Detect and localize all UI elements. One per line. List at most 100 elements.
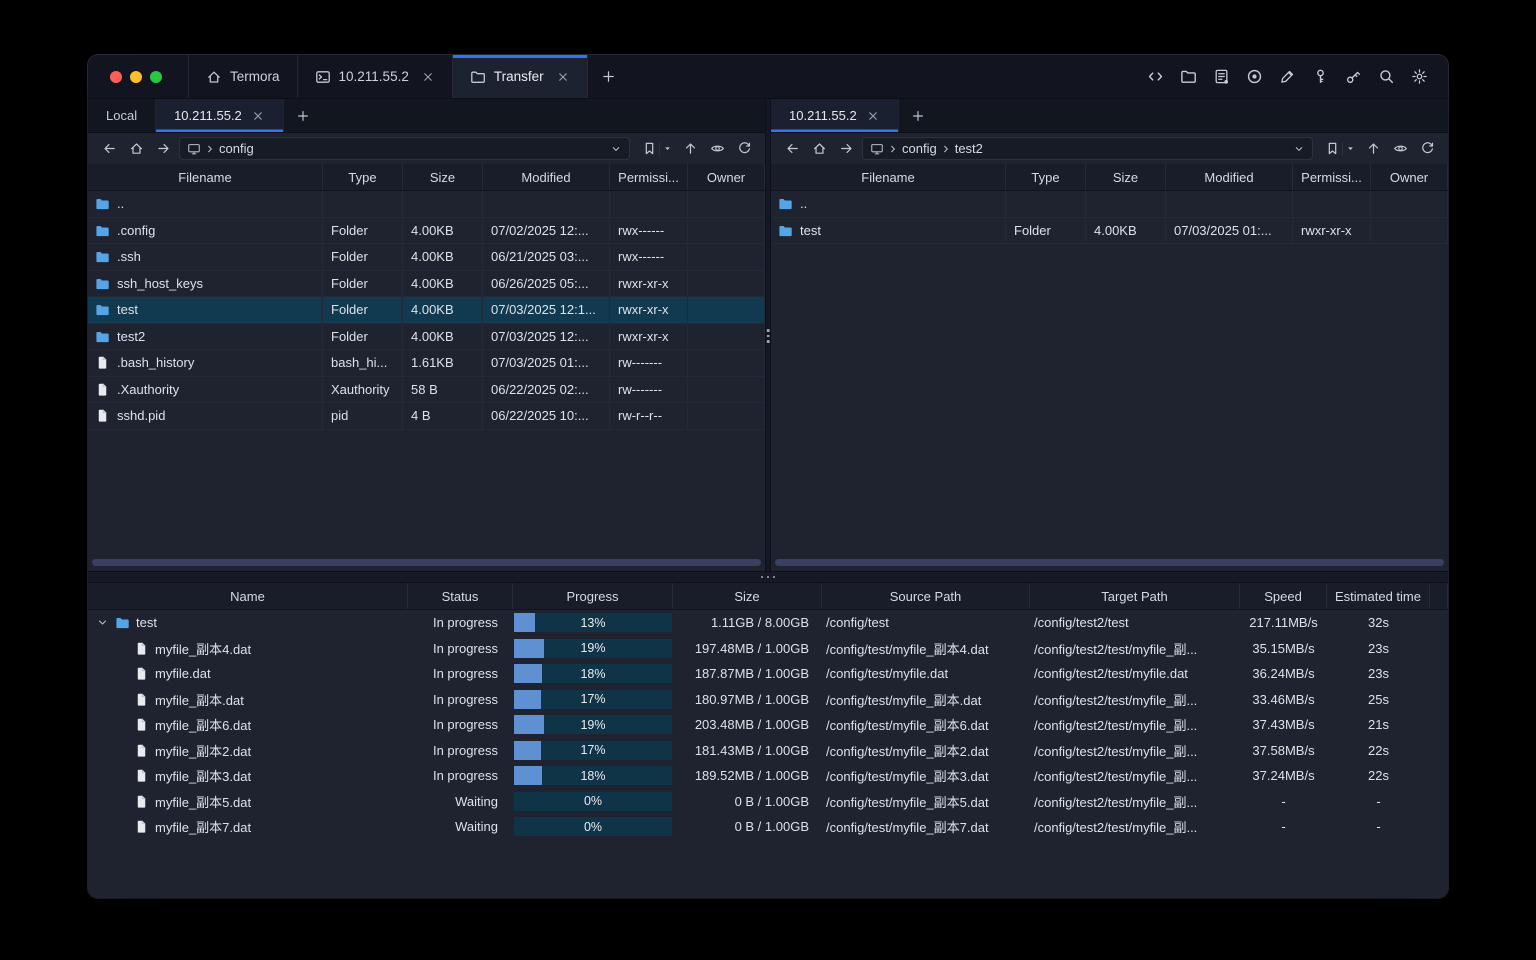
column-header-source-path[interactable]: Source Path [822, 583, 1030, 609]
file-icon [98, 409, 107, 423]
file-row[interactable]: test Folder 4.00KB 07/03/2025 01:... rwx… [771, 217, 1448, 244]
file-row[interactable]: .. [88, 191, 765, 218]
column-header-type[interactable]: Type [1006, 164, 1086, 190]
back-button[interactable] [98, 138, 120, 160]
new-panel-tab-button[interactable] [899, 99, 937, 132]
refresh-button[interactable] [1416, 138, 1438, 160]
edit-icon[interactable] [1278, 68, 1296, 86]
back-button[interactable] [781, 138, 803, 160]
minimize-window-button[interactable] [130, 70, 142, 83]
transfer-row[interactable]: myfile_副本4.dat In progress 19% 197.48MB … [88, 636, 1448, 662]
close-icon[interactable] [251, 109, 265, 123]
transfer-row[interactable]: myfile_副本6.dat In progress 19% 203.48MB … [88, 712, 1448, 738]
bookmark-dropdown-caret[interactable] [1343, 140, 1357, 158]
close-icon[interactable] [556, 70, 570, 84]
search-icon[interactable] [1377, 68, 1395, 86]
forward-button[interactable] [152, 138, 174, 160]
horizontal-scrollbar[interactable] [92, 559, 761, 566]
chevron-down-icon[interactable] [1293, 143, 1305, 155]
column-header-name[interactable]: Name [88, 583, 408, 609]
folder-icon [779, 225, 792, 236]
tab-transfer[interactable]: Transfer [452, 55, 588, 98]
file-row[interactable]: .config Folder 4.00KB 07/02/2025 12:... … [88, 217, 765, 244]
upload-button[interactable] [1362, 138, 1384, 160]
splitter-handle[interactable] [760, 575, 776, 579]
file-row[interactable]: sshd.pid pid 4 B 06/22/2025 10:... rw-r-… [88, 403, 765, 430]
path-breadcrumb[interactable]: config [179, 137, 630, 160]
new-panel-tab-button[interactable] [284, 99, 322, 132]
transfer-row[interactable]: myfile_副本2.dat In progress 17% 181.43MB … [88, 738, 1448, 764]
column-header-filename[interactable]: Filename [88, 164, 323, 190]
transfer-splitter[interactable] [88, 571, 1448, 583]
tab-remote-host[interactable]: 10.211.55.2 [771, 99, 899, 132]
path-breadcrumb[interactable]: config test2 [862, 137, 1313, 160]
scrollbar-thumb[interactable] [92, 559, 761, 566]
column-header-permissions[interactable]: Permissi... [610, 164, 688, 190]
upload-button[interactable] [679, 138, 701, 160]
file-row[interactable]: .Xauthority Xauthority 58 B 06/22/2025 0… [88, 376, 765, 403]
column-header-size[interactable]: Size [1086, 164, 1166, 190]
transfer-row[interactable]: myfile_副本5.dat Waiting 0% 0 B / 1.00GB /… [88, 789, 1448, 815]
record-icon[interactable] [1245, 68, 1263, 86]
forward-button[interactable] [835, 138, 857, 160]
column-header-estimated-time[interactable]: Estimated time [1327, 583, 1430, 609]
expand-chevron-icon[interactable] [96, 616, 109, 629]
column-header-target-path[interactable]: Target Path [1030, 583, 1240, 609]
breadcrumb-segment[interactable]: test2 [955, 141, 983, 156]
home-button[interactable] [808, 138, 830, 160]
column-header-size[interactable]: Size [673, 583, 822, 609]
zoom-window-button[interactable] [150, 70, 162, 83]
bookmark-dropdown-caret[interactable] [660, 140, 674, 158]
transfer-row[interactable]: myfile_副本7.dat Waiting 0% 0 B / 1.00GB /… [88, 814, 1448, 840]
tab-remote-host[interactable]: 10.211.55.2 [156, 99, 284, 132]
horizontal-scrollbar[interactable] [775, 559, 1444, 566]
code-icon[interactable] [1146, 68, 1164, 86]
key-icon[interactable] [1311, 68, 1329, 86]
bookmark-icon[interactable] [1322, 138, 1342, 160]
column-header-size[interactable]: Size [403, 164, 483, 190]
close-icon[interactable] [866, 109, 880, 123]
show-hidden-button[interactable] [1389, 138, 1411, 160]
transfer-row[interactable]: test In progress 13% 1.11GB / 8.00GB /co… [88, 610, 1448, 636]
column-header-type[interactable]: Type [323, 164, 403, 190]
splitter-handle[interactable] [766, 329, 770, 343]
bookmark-icon[interactable] [639, 138, 659, 160]
column-header-owner[interactable]: Owner [1371, 164, 1448, 190]
breadcrumb-segment[interactable]: config [902, 141, 937, 156]
file-row[interactable]: .bash_history bash_hi... 1.61KB 07/03/20… [88, 350, 765, 377]
refresh-button[interactable] [733, 138, 755, 160]
column-header-owner[interactable]: Owner [688, 164, 765, 190]
file-row[interactable]: test2 Folder 4.00KB 07/03/2025 12:... rw… [88, 323, 765, 350]
log-icon[interactable] [1212, 68, 1230, 86]
scrollbar-thumb[interactable] [775, 559, 1444, 566]
progress-bar: 0% [514, 791, 672, 811]
column-header-status[interactable]: Status [408, 583, 513, 609]
close-window-button[interactable] [110, 70, 122, 83]
column-header-permissions[interactable]: Permissi... [1293, 164, 1371, 190]
column-header-filename[interactable]: Filename [771, 164, 1006, 190]
status-text: In progress [432, 717, 498, 733]
file-row[interactable]: ssh_host_keys Folder 4.00KB 06/26/2025 0… [88, 270, 765, 297]
column-header-speed[interactable]: Speed [1240, 583, 1327, 609]
file-row[interactable]: .ssh Folder 4.00KB 06/21/2025 03:... rwx… [88, 244, 765, 271]
tab-termora[interactable]: Termora [189, 55, 298, 98]
tab-host[interactable]: 10.211.55.2 [298, 55, 453, 98]
home-button[interactable] [125, 138, 147, 160]
column-header-progress[interactable]: Progress [513, 583, 673, 609]
breadcrumb-segment[interactable]: config [219, 141, 254, 156]
close-icon[interactable] [421, 70, 435, 84]
show-hidden-button[interactable] [706, 138, 728, 160]
transfer-row[interactable]: myfile_副本.dat In progress 17% 180.97MB /… [88, 687, 1448, 713]
keychain-icon[interactable] [1344, 68, 1362, 86]
folder-icon[interactable] [1179, 68, 1197, 86]
chevron-down-icon[interactable] [610, 143, 622, 155]
column-header-modified[interactable]: Modified [1166, 164, 1293, 190]
column-header-modified[interactable]: Modified [483, 164, 610, 190]
transfer-row[interactable]: myfile.dat In progress 18% 187.87MB / 1.… [88, 661, 1448, 687]
transfer-row[interactable]: myfile_副本3.dat In progress 18% 189.52MB … [88, 763, 1448, 789]
settings-icon[interactable] [1410, 68, 1428, 86]
new-tab-button[interactable] [588, 55, 630, 98]
file-row[interactable]: .. [771, 191, 1448, 218]
tab-local[interactable]: Local [88, 99, 157, 132]
file-row-selected[interactable]: test Folder 4.00KB 07/03/2025 12:1... rw… [88, 297, 765, 324]
